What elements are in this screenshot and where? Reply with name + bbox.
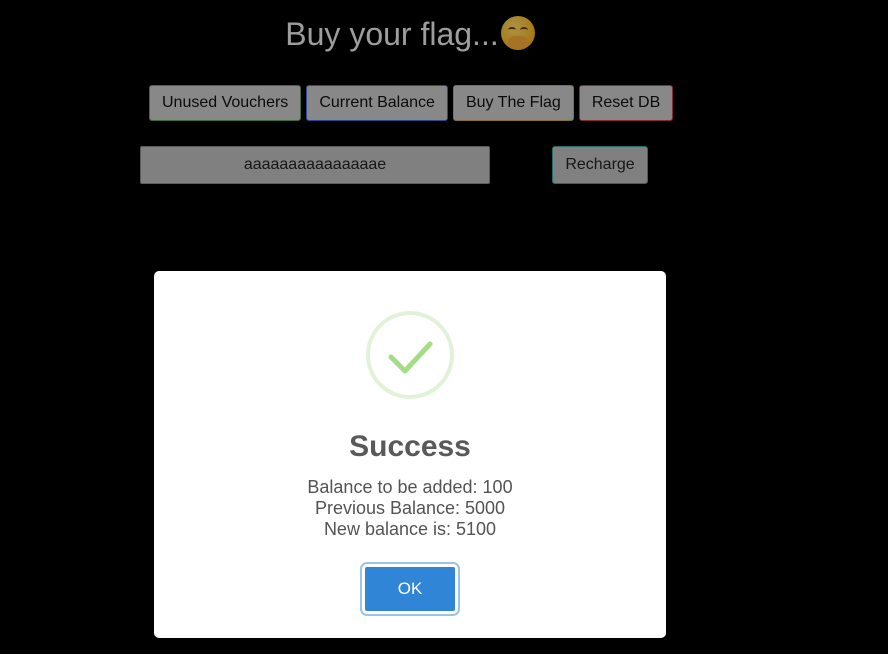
ok-button[interactable]: OK — [360, 562, 460, 616]
balance-added-text: Balance to be added: 100 — [307, 477, 513, 497]
success-check-icon — [366, 311, 454, 399]
page: Buy your flag... Unused Vouchers Current… — [0, 0, 888, 654]
dialog-message: Balance to be added: 100 Previous Balanc… — [154, 477, 666, 540]
previous-balance-text: Previous Balance: 5000 — [314, 498, 506, 518]
new-balance-text: New balance is: 5100 — [323, 519, 497, 539]
dialog-title: Success — [349, 430, 471, 463]
success-dialog: Success Balance to be added: 100 Previou… — [154, 271, 666, 638]
